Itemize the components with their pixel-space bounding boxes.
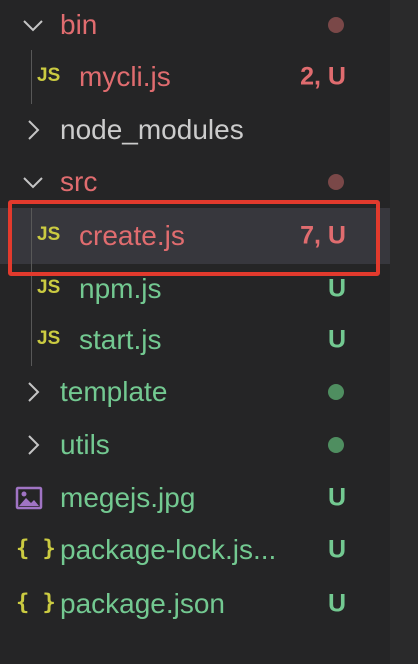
chevron-right-icon[interactable] <box>22 119 44 141</box>
tree-item-mycli-js[interactable]: JS mycli.js 2, U <box>0 50 390 104</box>
tree-item-template-folder[interactable]: template <box>0 366 390 418</box>
tree-item-label: mycli.js <box>79 61 171 92</box>
tree-item-label: src <box>60 166 98 197</box>
tree-item-label: megejs.jpg <box>60 482 196 513</box>
javascript-file-icon: JS <box>37 327 61 349</box>
folder-status-dot <box>328 384 344 400</box>
javascript-file-icon: JS <box>37 223 61 245</box>
file-status-badge: U <box>327 535 346 564</box>
file-status-badge: 7, U <box>300 221 346 250</box>
tree-item-label: template <box>60 376 168 407</box>
indent-guide <box>31 50 32 104</box>
tree-item-npm-js[interactable]: JS npm.js U <box>0 264 390 314</box>
editor-edge <box>390 0 418 664</box>
indent-guide <box>31 208 32 366</box>
tree-item-label: start.js <box>79 324 162 355</box>
tree-item-start-js[interactable]: JS start.js U <box>0 314 390 366</box>
tree-item-label: utils <box>60 429 110 460</box>
javascript-file-icon: JS <box>37 276 61 298</box>
tree-item-label: create.js <box>79 220 185 251</box>
javascript-file-icon: JS <box>37 64 61 86</box>
file-explorer-tree: bin JS mycli.js 2, U node_modules src JS… <box>0 0 390 632</box>
folder-status-dot <box>328 174 344 190</box>
chevron-right-icon[interactable] <box>22 434 44 456</box>
tree-item-package-lock-json[interactable]: { } package-lock.js... U <box>0 524 390 576</box>
json-file-icon: { } <box>16 590 56 616</box>
tree-item-label: bin <box>60 9 98 40</box>
tree-item-node-modules-folder[interactable]: node_modules <box>0 104 390 156</box>
tree-item-label: package-lock.js... <box>60 534 277 565</box>
tree-item-utils-folder[interactable]: utils <box>0 418 390 472</box>
tree-item-bin-folder[interactable]: bin <box>0 0 390 50</box>
tree-item-src-folder[interactable]: src <box>0 156 390 208</box>
image-file-icon <box>15 486 43 510</box>
chevron-down-icon[interactable] <box>22 14 44 36</box>
file-status-badge: U <box>327 483 346 512</box>
folder-status-dot <box>328 17 344 33</box>
tree-item-label: node_modules <box>60 114 244 145</box>
file-status-badge: U <box>327 589 346 618</box>
tree-item-label: package.json <box>60 588 226 619</box>
json-file-icon: { } <box>16 536 56 562</box>
file-status-badge: 2, U <box>300 62 346 91</box>
tree-item-package-json[interactable]: { } package.json U <box>0 576 390 632</box>
file-status-badge: U <box>327 274 346 303</box>
chevron-right-icon[interactable] <box>22 381 44 403</box>
file-status-badge: U <box>327 325 346 354</box>
tree-item-label: npm.js <box>79 273 162 304</box>
folder-status-dot <box>328 437 344 453</box>
chevron-down-icon[interactable] <box>22 171 44 193</box>
tree-item-create-js[interactable]: JS create.js 7, U <box>0 208 390 264</box>
tree-item-megejs-jpg[interactable]: megejs.jpg U <box>0 472 390 524</box>
